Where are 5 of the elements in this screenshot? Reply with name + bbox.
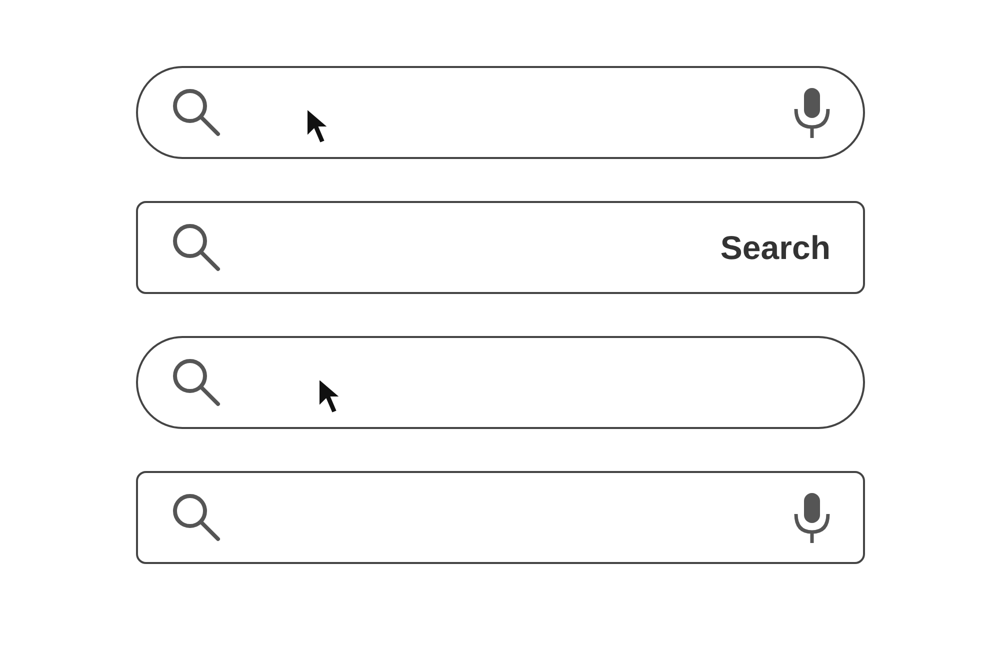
microphone-icon[interactable] [792,492,830,544]
microphone-icon[interactable] [792,86,830,138]
search-field[interactable] [136,471,864,564]
search-field[interactable]: Search [136,201,864,294]
search-button[interactable]: Search [720,222,830,272]
